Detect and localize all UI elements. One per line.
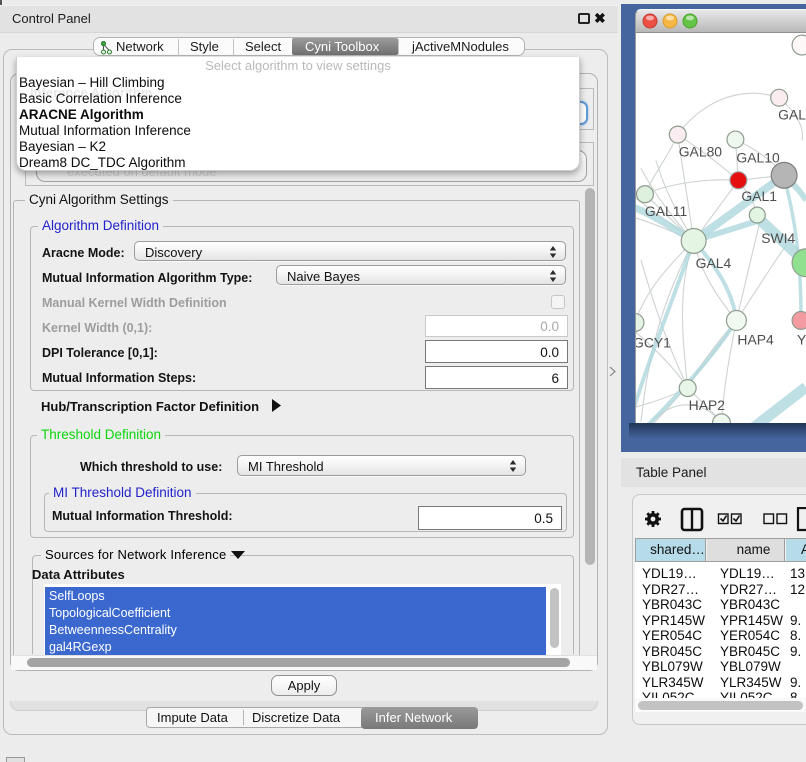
svg-text:GAL1: GAL1: [741, 188, 777, 204]
svg-text:GAL2: GAL2: [778, 107, 806, 123]
svg-text:SWI4: SWI4: [761, 230, 795, 246]
svg-text:GAL4: GAL4: [696, 255, 732, 271]
svg-text:GAL10: GAL10: [736, 149, 780, 165]
svg-text:GAL80: GAL80: [679, 143, 723, 159]
svg-text:HAP4: HAP4: [737, 331, 774, 347]
svg-text:GCY1: GCY1: [635, 334, 671, 350]
svg-text:Y: Y: [797, 331, 806, 347]
svg-text:GAL11: GAL11: [645, 203, 688, 219]
svg-text:HAP2: HAP2: [689, 397, 726, 413]
